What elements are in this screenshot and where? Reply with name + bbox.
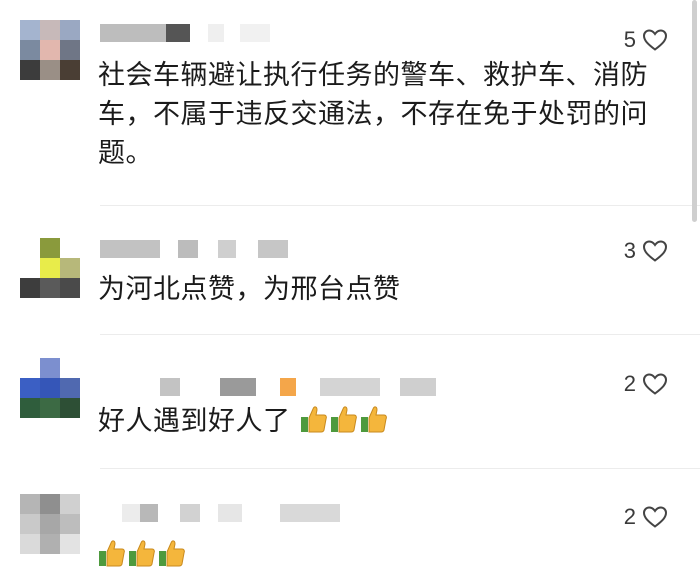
avatar[interactable]: [20, 494, 80, 554]
comment-text: 社会车辆避让执行任务的警车、救护车、消防车，不属于违反交通法，不存在免于处罚的问…: [98, 60, 648, 169]
divider: [100, 468, 700, 469]
thumbs-up-emoji-icon: [330, 404, 358, 445]
thumbs-up-emoji-icon: [360, 404, 388, 445]
heart-outline-icon[interactable]: [642, 28, 668, 52]
scrollbar[interactable]: [692, 0, 697, 222]
like-control[interactable]: 2: [624, 504, 668, 530]
like-count: 5: [623, 27, 636, 52]
thumbs-up-emoji-icon: [98, 538, 126, 579]
like-control[interactable]: 3: [624, 238, 668, 264]
thumbs-up-emoji-icon: [128, 538, 156, 579]
heart-outline-icon[interactable]: [642, 239, 668, 263]
like-control[interactable]: 2: [624, 371, 668, 397]
comment-text-content: 好人遇到好人了: [98, 406, 291, 437]
divider: [100, 334, 700, 335]
avatar[interactable]: [20, 358, 80, 418]
heart-outline-icon[interactable]: [642, 505, 668, 529]
like-count: 2: [623, 371, 636, 396]
comment-text: 为河北点赞，为邢台点赞: [98, 274, 401, 305]
thumbs-up-emoji-icon: [158, 538, 186, 579]
avatar[interactable]: [20, 238, 80, 298]
thumbs-up-emoji-icon: [300, 404, 328, 445]
like-count: 3: [623, 238, 636, 263]
divider: [100, 205, 700, 206]
like-control[interactable]: 5: [624, 27, 668, 53]
comment-text: 好人遇到好人了: [98, 402, 658, 445]
like-count: 2: [623, 504, 636, 529]
avatar[interactable]: [20, 20, 80, 80]
heart-outline-icon[interactable]: [642, 372, 668, 396]
comment-text: [98, 536, 658, 579]
